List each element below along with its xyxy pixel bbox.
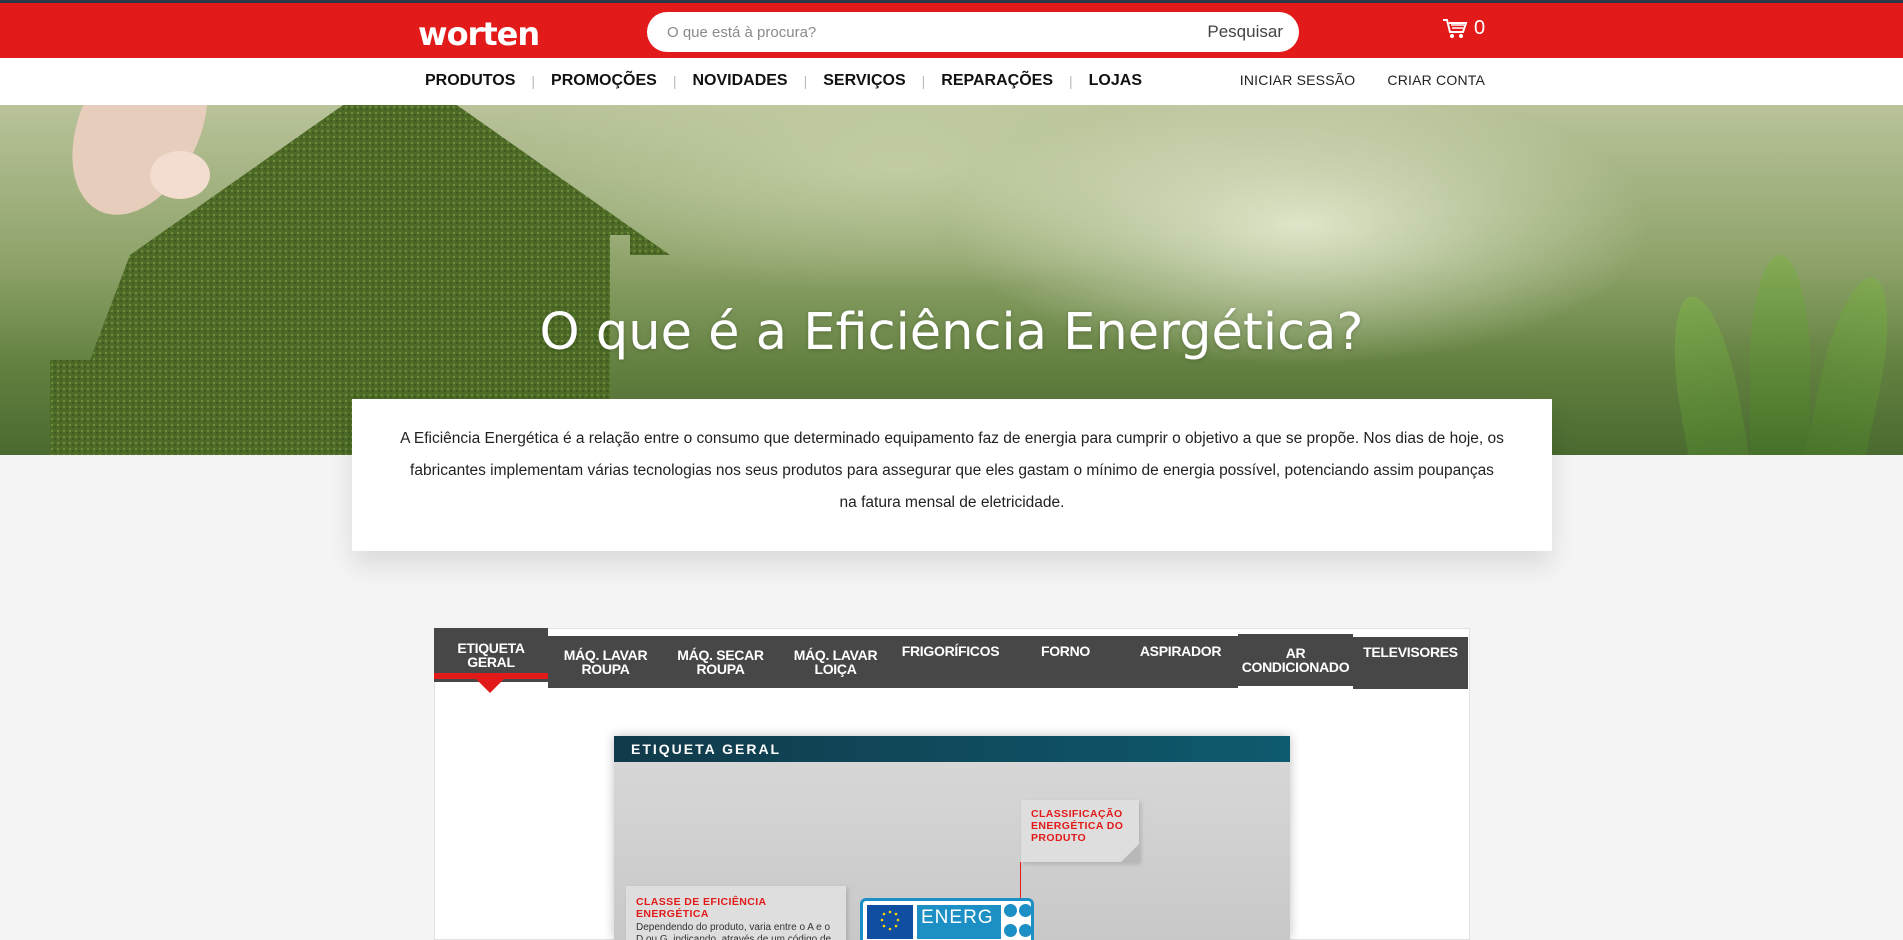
- page-title: O que é a Eficiência Energética?: [539, 303, 1364, 362]
- nav-item-novidades[interactable]: NOVIDADES: [692, 72, 787, 90]
- cart-count: 0: [1474, 17, 1486, 39]
- top-header: worten Pesquisar 0: [0, 0, 1903, 58]
- nav-separator: |: [1069, 73, 1073, 89]
- language-badges: [1003, 903, 1033, 940]
- tab-label: MÁQ. LAVAR LOIÇA: [793, 647, 878, 677]
- language-badge: [1004, 904, 1017, 917]
- label-panel-header: ETIQUETA GERAL: [614, 736, 1290, 762]
- note-body: Dependendo do produto, varia entre o A e…: [636, 922, 832, 940]
- tab-aspirador[interactable]: ASPIRADOR: [1123, 636, 1238, 688]
- nav-item-reparacoes[interactable]: REPARAÇÕES: [941, 72, 1053, 90]
- tab-label: AR CONDICIONADO: [1241, 645, 1350, 675]
- nav-separator: |: [803, 73, 808, 89]
- register-link[interactable]: CRIAR CONTA: [1387, 72, 1485, 88]
- note-title: CLASSE DE EFICIÊNCIA ENERGÉTICA: [636, 896, 767, 920]
- search-button[interactable]: Pesquisar: [1207, 22, 1283, 42]
- nav-item-lojas[interactable]: LOJAS: [1089, 72, 1142, 90]
- nav-item-produtos[interactable]: PRODUTOS: [425, 72, 515, 90]
- tab-forno[interactable]: FORNO: [1008, 636, 1123, 688]
- cart-button[interactable]: 0: [1442, 17, 1485, 40]
- energy-label-title: ENERG: [917, 905, 1001, 939]
- energy-label-illustration: ETIQUETA GERAL CLASSIFICAÇÃO ENERGÉTICA …: [614, 736, 1290, 940]
- eu-flag-icon: [867, 905, 913, 939]
- language-badge: [1019, 924, 1032, 937]
- search-input[interactable]: [667, 22, 1147, 42]
- energy-label-card: ENERG: [860, 898, 1034, 940]
- search-bar: Pesquisar: [647, 12, 1299, 52]
- nav-separator: |: [672, 73, 677, 89]
- tab-maq-lavar-roupa[interactable]: MÁQ. LAVAR ROUPA: [548, 636, 663, 688]
- language-badge: [1004, 924, 1017, 937]
- appliance-tabs: ETIQUETA GERAL MÁQ. LAVAR ROUPA MÁQ. SEC…: [434, 628, 1470, 700]
- tab-frigorificos[interactable]: FRIGORÍFICOS: [893, 636, 1008, 688]
- tab-label: FORNO: [1040, 643, 1091, 659]
- nav-menu: PRODUTOS | PROMOÇÕES | NOVIDADES | SERVI…: [425, 72, 1142, 90]
- nav-item-promocoes[interactable]: PROMOÇÕES: [551, 72, 657, 90]
- nav-item-servicos[interactable]: SERVIÇOS: [823, 72, 905, 90]
- tab-label: ETIQUETA GERAL: [457, 640, 525, 670]
- intro-card: A Eficiência Energética é a relação entr…: [352, 399, 1552, 551]
- hero-leaf-decoration: [1797, 271, 1903, 455]
- note-title: CLASSIFICAÇÃO ENERGÉTICA DO PRODUTO: [1031, 808, 1124, 844]
- login-link[interactable]: INICIAR SESSÃO: [1240, 72, 1356, 88]
- tab-label: FRIGORÍFICOS: [901, 643, 1000, 659]
- tab-label: TELEVISORES: [1363, 644, 1458, 660]
- tab-label: MÁQ. LAVAR ROUPA: [563, 647, 648, 677]
- tab-maq-lavar-loica[interactable]: MÁQ. LAVAR LOIÇA: [778, 636, 893, 688]
- tab-label: ASPIRADOR: [1139, 643, 1222, 659]
- worten-logo[interactable]: worten: [418, 15, 540, 53]
- note-efficiency-class: CLASSE DE EFICIÊNCIA ENERGÉTICA Dependen…: [626, 886, 846, 940]
- active-tab-arrow: [476, 679, 504, 693]
- tab-televisores[interactable]: TELEVISORES: [1353, 637, 1468, 689]
- nav-separator: |: [531, 73, 536, 89]
- main-nav: PRODUTOS | PROMOÇÕES | NOVIDADES | SERVI…: [0, 58, 1903, 105]
- note-product-classification: CLASSIFICAÇÃO ENERGÉTICA DO PRODUTO: [1021, 800, 1139, 862]
- cart-icon: [1443, 18, 1468, 38]
- account-links: INICIAR SESSÃO CRIAR CONTA: [1240, 72, 1485, 88]
- tab-label: MÁQ. SECAR ROUPA: [677, 647, 764, 677]
- intro-text: A Eficiência Energética é a relação entr…: [400, 430, 1504, 511]
- tab-ar-condicionado[interactable]: AR CONDICIONADO: [1238, 634, 1353, 686]
- language-badge: [1019, 904, 1032, 917]
- nav-separator: |: [921, 73, 926, 89]
- tab-maq-secar-roupa[interactable]: MÁQ. SECAR ROUPA: [663, 636, 778, 688]
